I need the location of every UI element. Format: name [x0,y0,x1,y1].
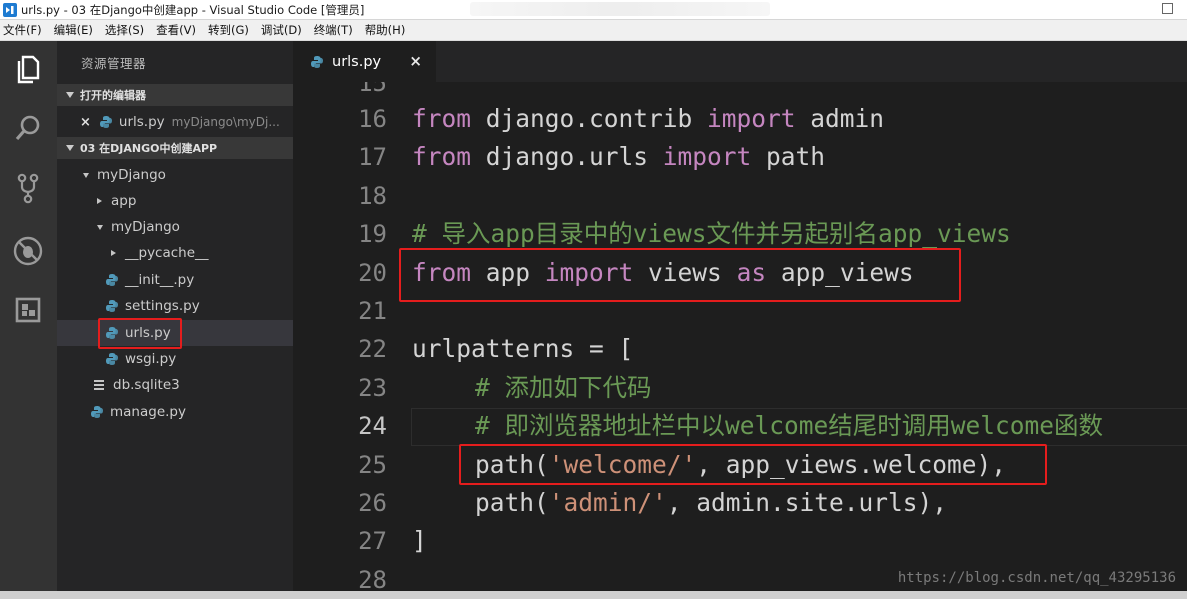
tree-folder-app[interactable]: app [57,188,293,214]
chevron-down-icon [66,145,74,151]
line-number: 20 [358,259,387,287]
line-number: 16 [358,105,387,133]
tree-file-wsgi[interactable]: wsgi.py [57,346,293,372]
code-line-27: ] [412,526,427,555]
python-file-icon [106,274,118,286]
tree-file-db[interactable]: db.sqlite3 [57,372,293,398]
debug-icon[interactable] [10,233,46,269]
explorer-title: 资源管理器 [81,56,147,71]
menu-view[interactable]: 查看(V) [156,22,196,38]
tree-folder-mydjango-inner[interactable]: myDjango [57,214,293,240]
highlight-box-import [399,248,961,302]
line-number: 25 [358,451,387,479]
window-title: urls.py - 03 在Django中创建app - Visual Stud… [21,2,365,17]
code-line-24: # 即浏览器地址栏中以welcome结尾时调用welcome函数 [475,411,1104,440]
title-bar: urls.py - 03 在Django中创建app - Visual Stud… [0,0,1187,20]
open-editor-path: myDjango\myDj... [171,115,280,129]
activity-bar [0,41,57,599]
tree-file-settings[interactable]: settings.py [57,293,293,319]
line-number: 21 [358,297,387,325]
line-number: 19 [358,220,387,248]
chevron-down-icon [66,92,74,98]
tree-folder-mydjango[interactable]: myDjango [57,162,293,188]
extensions-icon[interactable] [10,292,46,328]
files-icon[interactable] [10,51,46,87]
line-number: 23 [358,374,387,402]
code-line-16: from django.contrib import admin [412,104,885,133]
file-lines-icon [94,380,104,390]
line-number-active: 24 [358,412,387,440]
highlight-box-path [459,444,1047,485]
highlight-box-urls [98,318,182,349]
tab-urls[interactable]: urls.py × [293,41,436,82]
open-editors-header[interactable]: 打开的编辑器 [57,84,293,106]
chevron-down-icon [83,172,89,178]
close-icon[interactable]: × [409,52,422,70]
line-number: 18 [358,182,387,210]
python-file-icon [106,300,118,312]
code-line-26: path('admin/', admin.site.urls), [475,488,948,517]
python-file-icon [311,55,323,68]
chevron-down-icon [97,224,103,230]
editor-tab-bar: urls.py × [293,41,1187,82]
python-file-icon [99,116,112,128]
menu-help[interactable]: 帮助(H) [365,22,406,38]
close-icon[interactable]: × [80,115,91,130]
watermark: https://blog.csdn.net/qq_43295136 [897,570,1176,586]
source-control-icon[interactable] [10,170,46,206]
line-number: 22 [358,335,387,363]
tree-folder-pycache[interactable]: __pycache__ [57,240,293,266]
line-number: 27 [358,527,387,555]
line-number: 28 [358,566,387,594]
code-line-23: # 添加如下代码 [475,373,652,402]
code-editor[interactable]: 15 16 17 18 19 20 21 22 23 24 25 26 27 2… [293,82,1187,599]
tree-file-init[interactable]: __init__.py [57,267,293,293]
line-number: 15 [358,82,387,97]
tab-label: urls.py [332,53,382,70]
open-editor-name: urls.py [118,114,165,130]
taskbar-strip [0,591,1187,599]
chevron-right-icon [111,250,116,256]
python-file-icon [91,406,103,418]
vscode-logo-icon [3,2,17,17]
line-number: 26 [358,489,387,517]
menu-terminal[interactable]: 终端(T) [314,22,353,38]
code-line-17: from django.urls import path [412,142,826,171]
line-number: 17 [358,143,387,171]
project-header[interactable]: 03 在DJANGO中创建APP [57,137,293,159]
maximize-button[interactable] [1162,3,1173,14]
explorer-sidebar: 资源管理器 打开的编辑器 × urls.py myDjango\myDj... … [57,41,293,599]
menu-edit[interactable]: 编辑(E) [54,22,93,38]
python-file-icon [106,353,118,365]
blurred-region [470,2,770,16]
menu-selection[interactable]: 选择(S) [105,22,144,38]
menu-file[interactable]: 文件(F) [3,22,42,38]
tree-file-manage[interactable]: manage.py [57,399,293,425]
code-line-19: # 导入app目录中的views文件并另起别名app_views [412,219,1011,248]
code-line-22: urlpatterns = [ [412,334,634,363]
open-editor-item[interactable]: × urls.py myDjango\myDj... [57,109,293,135]
search-icon[interactable] [10,110,46,146]
menu-bar: 文件(F) 编辑(E) 选择(S) 查看(V) 转到(G) 调试(D) 终端(T… [0,20,1187,41]
menu-go[interactable]: 转到(G) [208,22,249,38]
menu-debug[interactable]: 调试(D) [261,22,302,38]
chevron-right-icon [97,198,102,204]
